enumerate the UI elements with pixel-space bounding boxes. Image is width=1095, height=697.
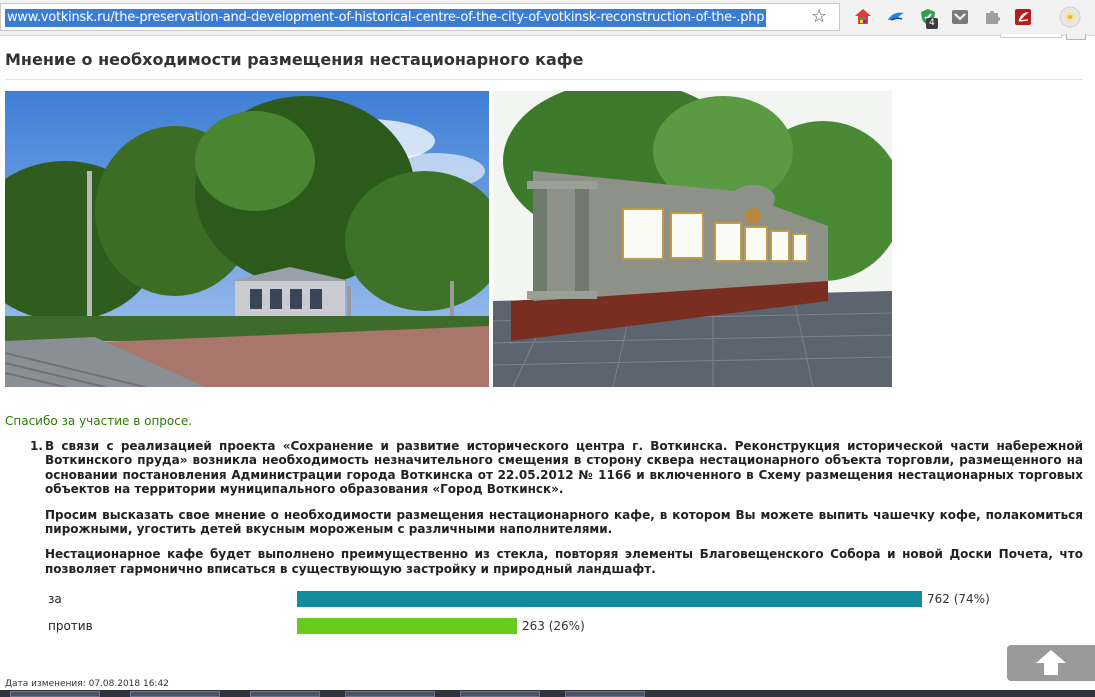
- star-icon[interactable]: ☆: [811, 7, 827, 27]
- arrow-up-icon: [1036, 650, 1066, 675]
- result-value-for: 762 (74%): [927, 592, 990, 606]
- question-text: В связи с реализацией проекта «Сохранени…: [45, 439, 1083, 587]
- scroll-corner: [1066, 34, 1086, 40]
- scroll-to-top-button[interactable]: [1007, 645, 1095, 681]
- puzzle-extension-icon[interactable]: [982, 7, 1002, 27]
- option-label-against: против: [48, 619, 93, 633]
- pdf-extension-icon[interactable]: [1013, 7, 1033, 27]
- taskbar-item[interactable]: [250, 691, 320, 697]
- title-divider: [5, 79, 1083, 80]
- result-value-against: 263 (26%): [522, 619, 585, 633]
- url-text[interactable]: www.votkinsk.ru/the-preservation-and-dev…: [5, 9, 767, 27]
- profile-icon[interactable]: [1059, 6, 1081, 28]
- page-title: Мнение о необходимости размещения нестац…: [5, 50, 584, 69]
- option-label-for: за: [48, 592, 62, 606]
- question-number: 1.: [30, 439, 43, 453]
- extension-badge: 4: [926, 18, 938, 29]
- taskbar-item[interactable]: [130, 691, 220, 697]
- modified-date: Дата изменения: 07.08.2018 16:42: [5, 679, 169, 689]
- question-paragraph-1: В связи с реализацией проекта «Сохранени…: [45, 439, 1083, 497]
- dropdown-edge: [1000, 34, 1062, 38]
- taskbar-item[interactable]: [565, 691, 645, 697]
- park-photo: [5, 91, 489, 387]
- honor-board-render: [493, 91, 892, 387]
- taskbar-item[interactable]: [345, 691, 435, 697]
- mail-extension-icon[interactable]: [950, 7, 970, 27]
- taskbar-item[interactable]: [10, 691, 100, 697]
- browser-toolbar: www.votkinsk.ru/the-preservation-and-dev…: [0, 0, 1095, 36]
- question-paragraph-3: Нестационарное кафе будет выполнено преи…: [45, 547, 1083, 576]
- thanks-message: Спасибо за участие в опросе.: [5, 414, 193, 428]
- address-bar[interactable]: www.votkinsk.ru/the-preservation-and-dev…: [0, 3, 840, 31]
- multicolor-extension-icon[interactable]: [853, 7, 873, 27]
- result-bar-against: [297, 618, 517, 634]
- result-bar-for: [297, 591, 922, 607]
- taskbar-item[interactable]: [460, 691, 540, 697]
- question-paragraph-2: Просим высказать свое мнение о необходим…: [45, 507, 1083, 537]
- bird-extension-icon[interactable]: [886, 7, 906, 27]
